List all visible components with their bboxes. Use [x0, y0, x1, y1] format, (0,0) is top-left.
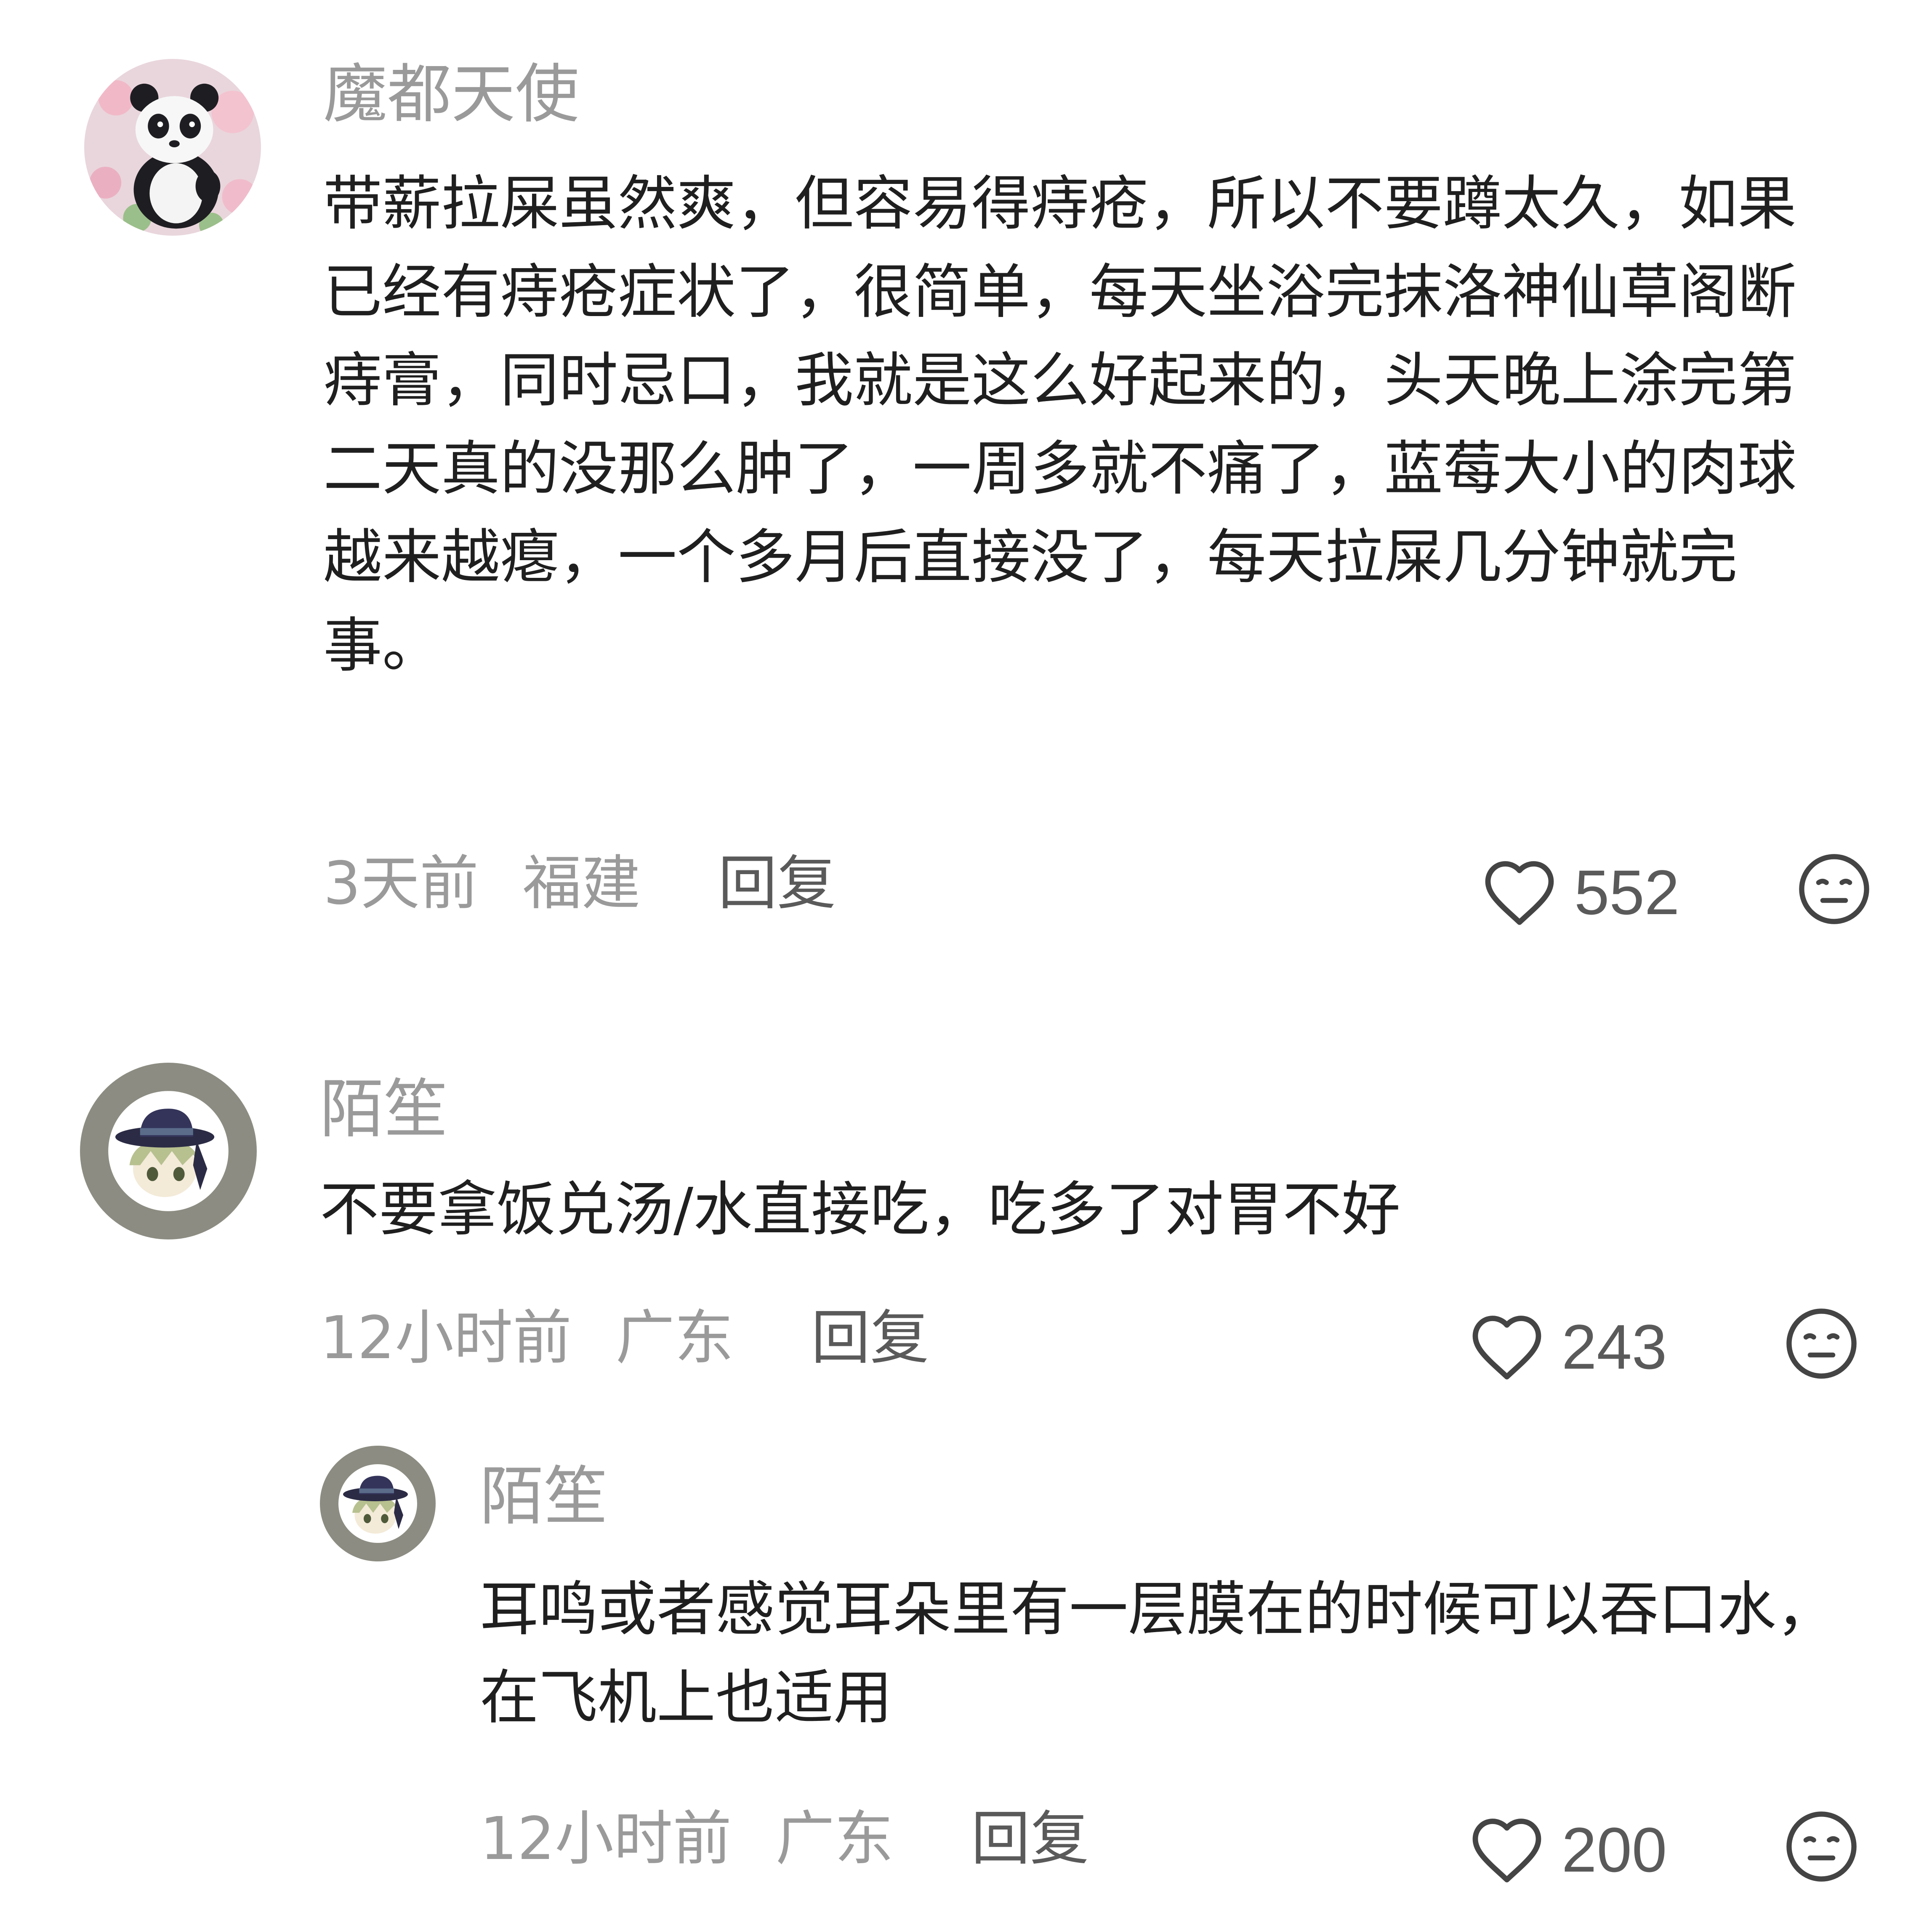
like-button[interactable]: 552	[1482, 850, 1679, 934]
comment-meta: 12小时前 广东 回复	[320, 1309, 929, 1368]
like-count: 200	[1562, 1814, 1667, 1885]
hat-character-avatar-icon	[80, 1063, 257, 1239]
hat-character-avatar-icon	[320, 1446, 436, 1561]
reply-username[interactable]: 陌笙	[480, 1465, 608, 1529]
avatar[interactable]	[320, 1446, 436, 1561]
avatar[interactable]	[80, 1063, 257, 1239]
comment-item: 魔都天使 带薪拉屎虽然爽，但容易得痔疮，所以不要蹲太久，如果已经有痔疮症状了，很…	[0, 0, 1932, 968]
comment-region: 福建	[522, 849, 641, 918]
panda-avatar-icon	[84, 59, 261, 236]
comment-meta: 3天前 福建 回复	[323, 854, 836, 913]
reply-meta: 12小时前 广东 回复	[480, 1810, 1089, 1869]
meh-face-icon	[1786, 1308, 1857, 1379]
heart-outline-icon	[1472, 1316, 1541, 1380]
reply-button[interactable]: 回复	[811, 1304, 929, 1372]
avatar[interactable]	[84, 59, 261, 236]
comment-item: 陌笙 不要拿饭兑汤/水直接吃，吃多了对胃不好 12小时前 广东 回复 243	[0, 1010, 1932, 1389]
comment-region: 广东	[615, 1304, 734, 1372]
reply-region: 广东	[775, 1805, 894, 1873]
dislike-button[interactable]	[1795, 850, 1873, 928]
comment-time: 3天前	[323, 849, 479, 918]
like-count: 243	[1562, 1311, 1667, 1382]
reply-button[interactable]: 回复	[971, 1805, 1089, 1873]
comment-text: 不要拿饭兑汤/水直接吃，吃多了对胃不好	[320, 1175, 1401, 1244]
comment-username[interactable]: 陌笙	[320, 1077, 448, 1141]
heart-outline-icon	[1472, 1819, 1541, 1883]
reply-text: 耳鸣或者感觉耳朵里有一层膜在的时候可以吞口水，在飞机上也适用	[480, 1575, 1836, 1732]
meh-face-icon	[1786, 1811, 1857, 1882]
dislike-button[interactable]	[1783, 1808, 1860, 1885]
like-count: 552	[1574, 857, 1680, 928]
like-button[interactable]: 243	[1469, 1305, 1667, 1389]
comment-text: 带薪拉屎虽然爽，但容易得痔疮，所以不要蹲太久，如果已经有痔疮症状了，很简单，每天…	[323, 170, 1797, 680]
dislike-button[interactable]	[1783, 1305, 1860, 1383]
like-button[interactable]: 200	[1469, 1808, 1667, 1892]
reply-item: 陌笙 耳鸣或者感觉耳朵里有一层膜在的时候可以吞口水，在飞机上也适用 12小时前 …	[0, 1389, 1932, 1894]
comment-username[interactable]: 魔都天使	[323, 62, 579, 126]
reply-button[interactable]: 回复	[718, 849, 836, 918]
reply-time: 12小时前	[480, 1805, 732, 1873]
meh-face-icon	[1799, 854, 1869, 924]
comment-time: 12小时前	[320, 1304, 572, 1372]
heart-outline-icon	[1485, 861, 1554, 925]
